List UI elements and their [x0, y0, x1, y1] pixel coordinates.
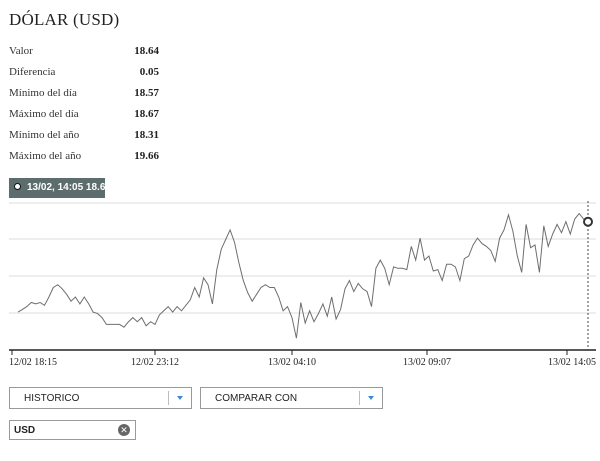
stat-row-minimo-ano: Mínimo del año 18.31	[9, 129, 159, 150]
stat-row-maximo-dia: Máximo del día 18.67	[9, 108, 159, 129]
stat-row-minimo-dia: Mínimo del día 18.57	[9, 87, 159, 108]
stat-value: 18.57	[134, 87, 159, 99]
select-divider	[168, 391, 169, 405]
stat-row-valor: Valor 18.64	[9, 45, 159, 66]
tag-label: USD	[14, 425, 36, 436]
stat-label: Máximo del año	[9, 150, 82, 162]
stat-value: 0.05	[139, 66, 159, 78]
x-axis-ticks: 12/02 18:15 12/02 23:12 13/02 04:10 13/02 0…	[9, 350, 596, 368]
historico-select[interactable]: HISTORICO	[9, 387, 192, 409]
tooltip-text: 13/02, 14:05 18.64	[27, 182, 111, 193]
stat-value: 19.66	[134, 150, 159, 162]
comparar-select-label: COMPARAR CON	[215, 393, 298, 404]
chart-tooltip: 13/02, 14:05 18.64	[9, 178, 111, 198]
price-line-chart[interactable]: 12/02 18:15 12/02 23:12 13/02 04:10 13/02 0…	[0, 198, 600, 373]
stat-value: 18.67	[134, 108, 159, 120]
stat-label: Mínimo del año	[9, 129, 80, 141]
chevron-down-icon	[368, 396, 374, 400]
stat-label: Máximo del día	[9, 108, 79, 120]
page-title: DÓLAR (USD)	[9, 10, 120, 29]
stat-row-maximo-ano: Máximo del año 19.66	[9, 150, 159, 171]
stat-label: Diferencia	[9, 66, 56, 78]
chart-gridlines	[9, 202, 596, 314]
select-divider	[359, 391, 360, 405]
x-axis-tick-label: 13/02 09:07	[403, 357, 451, 368]
x-axis-tick-label: 12/02 18:15	[9, 357, 57, 368]
stat-row-diferencia: Diferencia 0.05	[9, 66, 159, 87]
historico-select-label: HISTORICO	[24, 393, 80, 404]
stat-value: 18.64	[134, 45, 159, 57]
chevron-down-icon	[177, 396, 183, 400]
x-axis-tick-label: 13/02 04:10	[268, 357, 316, 368]
stat-value: 18.31	[134, 129, 159, 141]
x-axis-tick-label: 12/02 23:12	[131, 357, 179, 368]
tooltip-marker-icon	[14, 183, 21, 190]
stats-table: Valor 18.64 Diferencia 0.05 Mínimo del d…	[9, 45, 159, 171]
close-icon[interactable]: ✕	[118, 424, 130, 436]
stat-label: Valor	[9, 45, 33, 57]
stat-label: Mínimo del día	[9, 87, 77, 99]
current-point-marker	[583, 216, 593, 227]
comparar-select[interactable]: COMPARAR CON	[200, 387, 383, 409]
usd-tag: USD ✕	[9, 420, 136, 440]
x-axis-tick-label: 13/02 14:05	[548, 357, 596, 368]
